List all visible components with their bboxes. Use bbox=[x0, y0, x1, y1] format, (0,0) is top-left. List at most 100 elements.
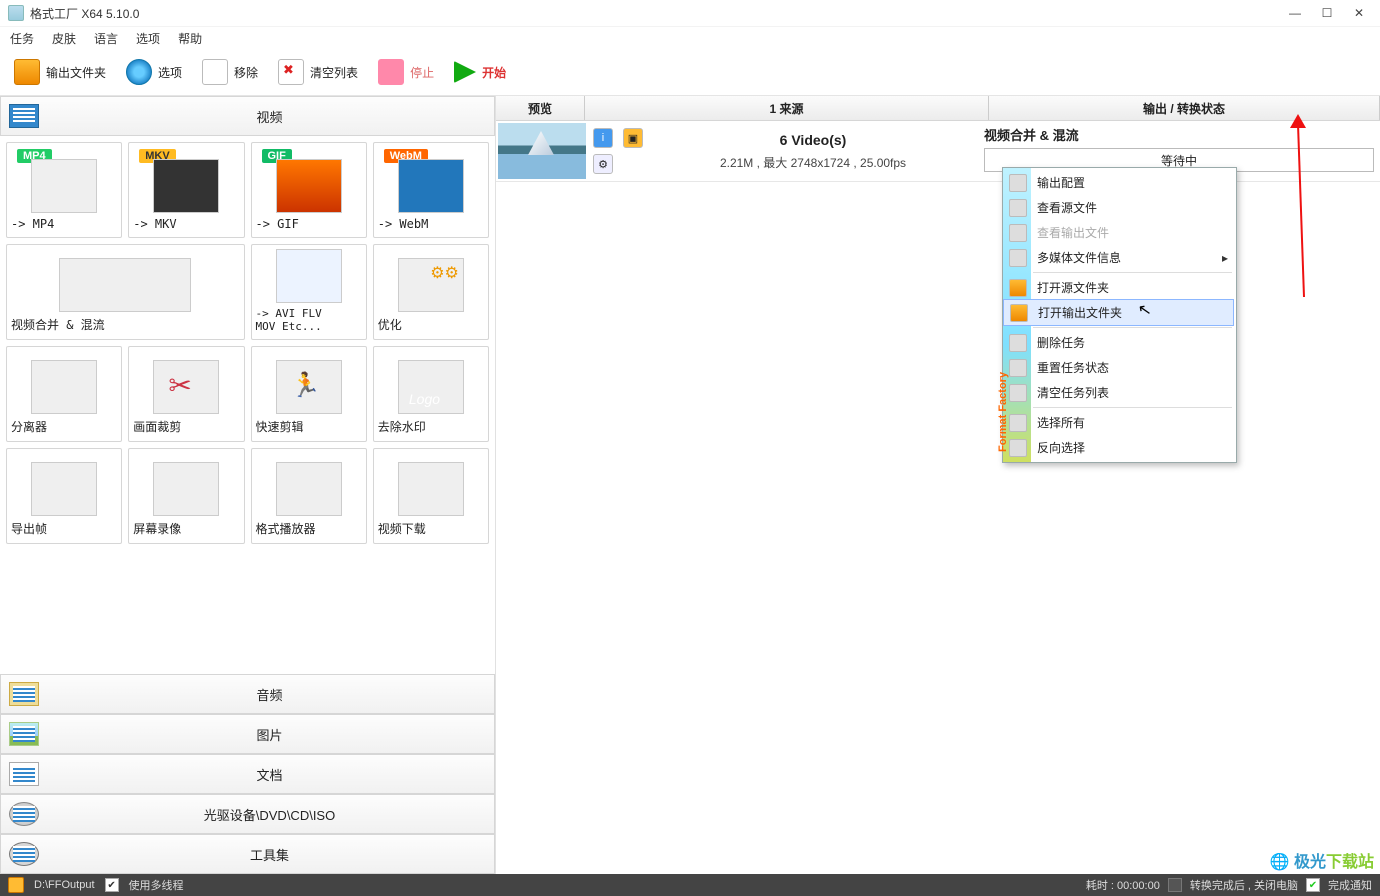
separator bbox=[1033, 327, 1232, 328]
menu-task[interactable]: 任务 bbox=[10, 30, 34, 47]
notify-label: 完成通知 bbox=[1328, 877, 1372, 893]
category-dvd[interactable]: 光驱设备\DVD\CD\ISO bbox=[0, 794, 495, 834]
export-icon bbox=[31, 462, 97, 516]
file-icon bbox=[1009, 199, 1027, 217]
folder-icon bbox=[1010, 304, 1028, 322]
folder-icon bbox=[1009, 279, 1027, 297]
ctx-media-info[interactable]: 多媒体文件信息▸ bbox=[1003, 245, 1236, 270]
header-preview[interactable]: 预览 bbox=[496, 96, 585, 120]
task-header: 预览 1 来源 输出 / 转换状态 bbox=[496, 96, 1380, 121]
status-bar: D:\FFOutput ✔ 使用多线程 耗时 : 00:00:00 转换完成后 … bbox=[0, 874, 1380, 896]
document-icon bbox=[9, 762, 39, 786]
task-status-label: 等待中 bbox=[1161, 152, 1197, 169]
tile-player[interactable]: 格式播放器 bbox=[251, 448, 367, 544]
ctx-clear-tasks[interactable]: 清空任务列表 bbox=[1003, 380, 1236, 405]
disc-icon bbox=[9, 802, 39, 826]
film-icon bbox=[31, 159, 97, 213]
remove-button[interactable]: 移除 bbox=[196, 57, 264, 87]
video-icon bbox=[9, 104, 39, 128]
menu-help[interactable]: 帮助 bbox=[178, 30, 202, 47]
menu-options[interactable]: 选项 bbox=[136, 30, 160, 47]
video-tiles-grid: MP4-> MP4 MKV-> MKV GIF-> GIF WebM-> Web… bbox=[0, 136, 495, 674]
separator bbox=[1033, 407, 1232, 408]
tile-remove-watermark[interactable]: 去除水印 bbox=[373, 346, 489, 442]
task-row[interactable]: i ⚙ ▣ · 6 Video(s) 2.21M , 最大 2748x1724 … bbox=[496, 121, 1380, 182]
multithread-checkbox[interactable]: ✔ bbox=[105, 878, 119, 892]
ctx-open-source-folder[interactable]: 打开源文件夹 bbox=[1003, 275, 1236, 300]
image-icon bbox=[276, 159, 342, 213]
tile-video-download[interactable]: 视频下载 bbox=[373, 448, 489, 544]
ctx-invert-selection[interactable]: 反向选择 bbox=[1003, 435, 1236, 460]
clear-icon bbox=[278, 59, 304, 85]
formats-icon bbox=[276, 249, 342, 303]
close-button[interactable]: ✕ bbox=[1352, 6, 1366, 20]
header-source[interactable]: 1 来源 bbox=[585, 96, 989, 120]
menu-bar: 任务 皮肤 语言 选项 帮助 bbox=[0, 27, 1380, 49]
left-panel: 视频 MP4-> MP4 MKV-> MKV GIF-> GIF WebM-> … bbox=[0, 96, 496, 874]
optimize-icon bbox=[398, 258, 464, 312]
task-mini-buttons-2: ▣ · bbox=[618, 121, 648, 181]
cut-icon bbox=[276, 360, 342, 414]
clear-list-button[interactable]: 清空列表 bbox=[272, 57, 364, 87]
output-folder-button[interactable]: 输出文件夹 bbox=[8, 57, 112, 87]
notify-checkbox[interactable]: ✔ bbox=[1306, 878, 1320, 892]
menu-skin[interactable]: 皮肤 bbox=[52, 30, 76, 47]
gear-icon bbox=[126, 59, 152, 85]
tile-splitter[interactable]: 分离器 bbox=[6, 346, 122, 442]
minimize-button[interactable]: — bbox=[1288, 6, 1302, 20]
eraser-icon bbox=[398, 360, 464, 414]
audio-icon bbox=[9, 682, 39, 706]
maximize-button[interactable]: ☐ bbox=[1320, 6, 1334, 20]
tile-mkv[interactable]: MKV-> MKV bbox=[128, 142, 244, 238]
tile-export-frame[interactable]: 导出帧 bbox=[6, 448, 122, 544]
task-panel: 预览 1 来源 输出 / 转换状态 i ⚙ ▣ · 6 Video(s) 2.2… bbox=[496, 96, 1380, 874]
select-all-icon bbox=[1009, 414, 1027, 432]
category-tools[interactable]: 工具集 bbox=[0, 834, 495, 874]
ctx-output-config[interactable]: 输出配置 bbox=[1003, 170, 1236, 195]
tile-optimize[interactable]: 优化 bbox=[373, 244, 489, 340]
category-video[interactable]: 视频 bbox=[0, 96, 495, 136]
folder-small-icon[interactable]: ▣ bbox=[623, 128, 643, 148]
tile-gif[interactable]: GIF-> GIF bbox=[251, 142, 367, 238]
tile-avi-etc[interactable]: -> AVI FLV MOV Etc... bbox=[251, 244, 367, 340]
tile-mp4[interactable]: MP4-> MP4 bbox=[6, 142, 122, 238]
window-title: 格式工厂 X64 5.10.0 bbox=[30, 5, 139, 22]
ctx-view-source-file[interactable]: 查看源文件 bbox=[1003, 195, 1236, 220]
info-icon[interactable]: i bbox=[593, 128, 613, 148]
output-path[interactable]: D:\FFOutput bbox=[34, 879, 95, 891]
tile-quick-cut[interactable]: 快速剪辑 bbox=[251, 346, 367, 442]
ctx-delete-task[interactable]: 删除任务 bbox=[1003, 330, 1236, 355]
task-output-title: 视频合并 & 混流 bbox=[984, 125, 1374, 144]
file-icon bbox=[1009, 224, 1027, 242]
tools-icon bbox=[9, 842, 39, 866]
tile-webm[interactable]: WebM-> WebM bbox=[373, 142, 489, 238]
clear-icon bbox=[1009, 384, 1027, 402]
stop-button[interactable]: 停止 bbox=[372, 57, 440, 87]
film-icon bbox=[398, 159, 464, 213]
tile-crop[interactable]: 画面裁剪 bbox=[128, 346, 244, 442]
invert-icon bbox=[1009, 439, 1027, 457]
ctx-select-all[interactable]: 选择所有 bbox=[1003, 410, 1236, 435]
header-output[interactable]: 输出 / 转换状态 bbox=[989, 96, 1380, 120]
menu-language[interactable]: 语言 bbox=[94, 30, 118, 47]
tile-screen-record[interactable]: 屏幕录像 bbox=[128, 448, 244, 544]
shutdown-checkbox[interactable] bbox=[1168, 878, 1182, 892]
record-icon bbox=[153, 462, 219, 516]
category-document[interactable]: 文档 bbox=[0, 754, 495, 794]
folder-icon[interactable] bbox=[8, 877, 24, 893]
category-picture[interactable]: 图片 bbox=[0, 714, 495, 754]
start-button[interactable]: 开始 bbox=[448, 59, 512, 85]
info-icon bbox=[1009, 249, 1027, 267]
ctx-reset-task[interactable]: 重置任务状态 bbox=[1003, 355, 1236, 380]
ctx-open-output-folder[interactable]: 打开输出文件夹 bbox=[1003, 299, 1234, 326]
download-icon bbox=[398, 462, 464, 516]
options-button[interactable]: 选项 bbox=[120, 57, 188, 87]
task-video-count: 6 Video(s) bbox=[780, 132, 847, 148]
category-audio[interactable]: 音频 bbox=[0, 674, 495, 714]
crop-icon bbox=[153, 360, 219, 414]
settings-small-icon[interactable]: ⚙ bbox=[593, 154, 613, 174]
app-icon bbox=[8, 5, 24, 21]
tile-merge-mux[interactable]: 视频合并 & 混流 bbox=[6, 244, 245, 340]
task-video-detail: 2.21M , 最大 2748x1724 , 25.00fps bbox=[720, 154, 906, 171]
player-icon bbox=[276, 462, 342, 516]
